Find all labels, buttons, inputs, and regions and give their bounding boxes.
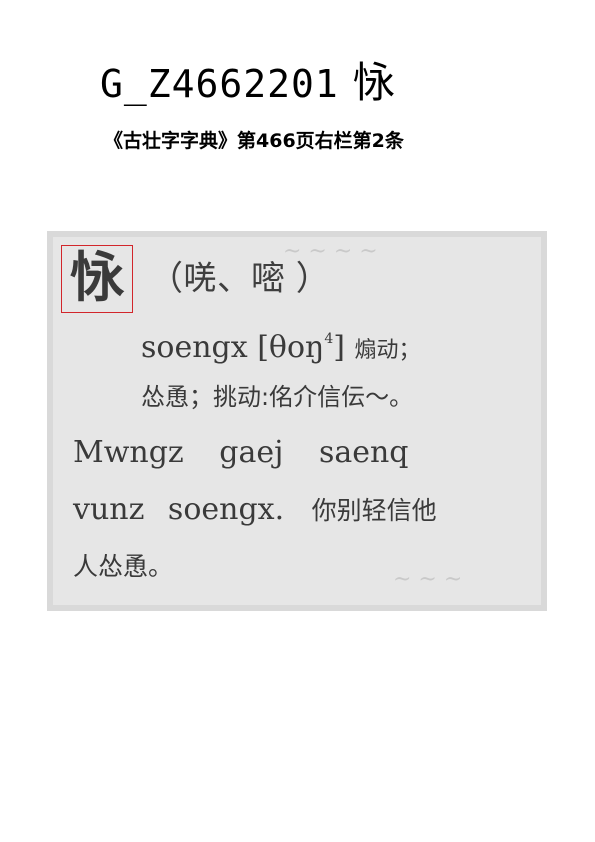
bleed-through-text: ~ ~ ~ [393, 567, 463, 592]
source-reference: 《古壮字字典》第466页右栏第2条 [104, 130, 404, 152]
code-title: G_Z4662201 怺 [100, 58, 396, 109]
entry-line-3: Mwngz gaej saenq [73, 435, 409, 470]
entry-line-1: soengx [θoŋ4] 煽动； [141, 321, 421, 369]
entry-line-2: 怂恿；挑动:佲介信伝～。 [141, 383, 414, 411]
example-latin: vunz soengx. [73, 492, 285, 527]
variant-characters: （唴、嘧 ） [149, 259, 330, 299]
title-glyph: 怺 [352, 58, 396, 107]
ipa-transcription: [θoŋ [257, 330, 325, 365]
scan-paper: ~ ~ ~ ~ ~ ~ ~ 怺 （唴、嘧 ） soengx [θoŋ4] 煽动；… [53, 237, 541, 605]
tone-number: 4 [324, 331, 334, 347]
dictionary-scan: ~ ~ ~ ~ ~ ~ ~ 怺 （唴、嘧 ） soengx [θoŋ4] 煽动；… [47, 231, 547, 611]
gloss-text: 煽动； [354, 338, 421, 363]
entry-line-4: vunz soengx. 你别轻信他 [73, 490, 437, 531]
romanization: soengx [141, 330, 248, 365]
character-code: G_Z4662201 [100, 62, 339, 106]
headword: 怺 [70, 246, 124, 309]
example-translation: 你别轻信他 [311, 496, 437, 525]
ipa-bracket-close: ] [333, 330, 345, 365]
entry-line-5: 人怂恿。 [73, 552, 174, 581]
